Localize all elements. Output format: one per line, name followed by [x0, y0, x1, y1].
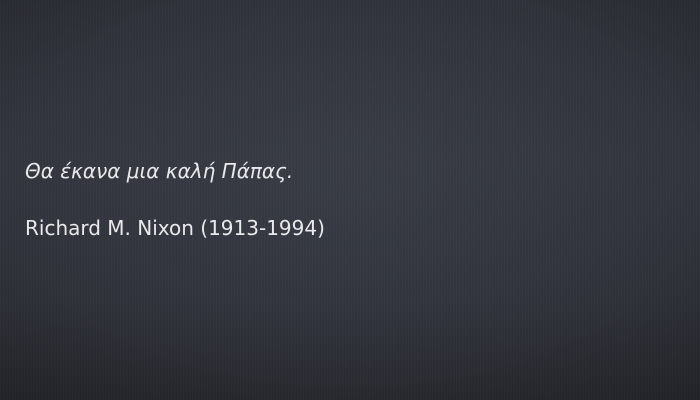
background-vignette: [0, 0, 700, 400]
quote-card: Θα έκανα μια καλή Πάπας. Richard M. Nixo…: [0, 0, 700, 400]
background-texture: [0, 0, 700, 400]
quote-text: Θα έκανα μια καλή Πάπας.: [25, 159, 294, 183]
quote-author: Richard M. Nixon (1913-1994): [25, 216, 325, 240]
